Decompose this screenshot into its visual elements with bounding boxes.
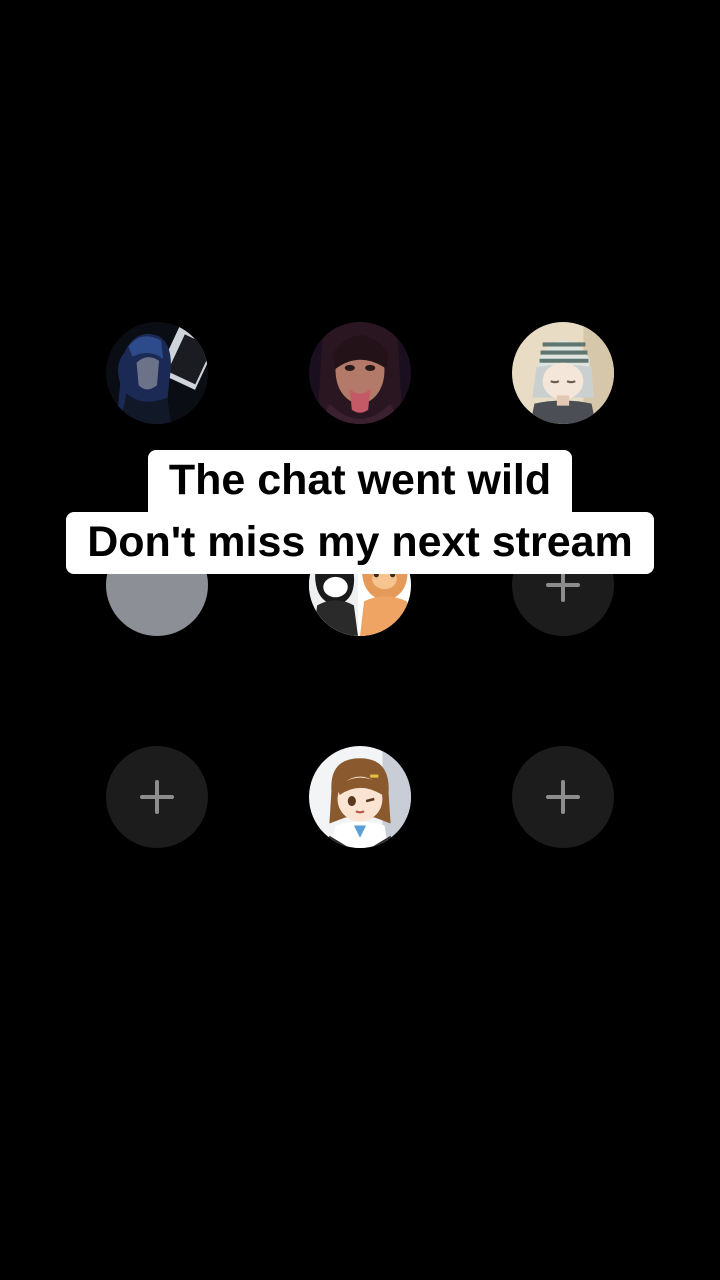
add-slot-2[interactable] bbox=[106, 746, 208, 848]
anime-girl-beanie-avatar-image bbox=[512, 322, 614, 424]
dark-anime-avatar-image bbox=[106, 322, 208, 424]
add-slot-3[interactable] bbox=[512, 746, 614, 848]
avatar-slot-8[interactable] bbox=[309, 746, 411, 848]
avatar-slot-3[interactable] bbox=[512, 322, 614, 424]
caption-overlay: The chat went wild Don't miss my next st… bbox=[0, 450, 720, 574]
plus-icon bbox=[546, 780, 580, 814]
caption-line-1: The chat went wild bbox=[147, 450, 573, 512]
plus-icon bbox=[140, 780, 174, 814]
avatar-slot-2[interactable] bbox=[309, 322, 411, 424]
caption-line-2: Don't miss my next stream bbox=[66, 512, 654, 574]
avatar-slot-1[interactable] bbox=[106, 322, 208, 424]
woman-portrait-avatar-image bbox=[309, 322, 411, 424]
anime-girl-brown-hair-avatar-image bbox=[309, 746, 411, 848]
screen: The chat went wild Don't miss my next st… bbox=[0, 0, 720, 1280]
